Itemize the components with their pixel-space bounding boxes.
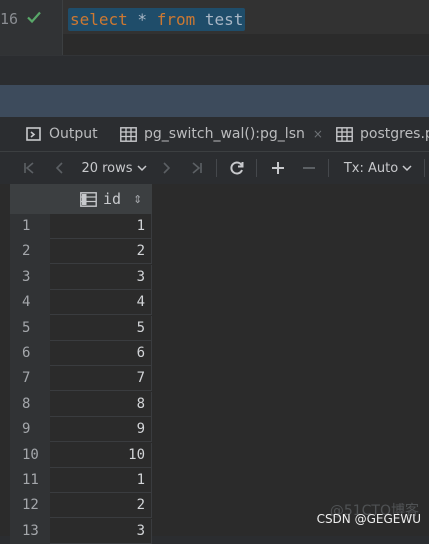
cell-id[interactable]: 7 [50,366,152,392]
cell-id[interactable]: 5 [50,315,152,341]
star-token: * [127,10,157,29]
page-size-dropdown[interactable]: 20 rows [78,152,150,184]
add-row-icon[interactable] [267,152,289,184]
line-number: 16 [0,10,19,28]
table-row[interactable]: 88 [10,391,152,417]
row-number: 10 [10,442,50,468]
tab-postgres-label: postgres.pu [360,126,429,142]
sort-icon[interactable]: ⇕ [133,193,142,206]
cell-id[interactable]: 6 [50,341,152,366]
cell-id[interactable]: 10 [50,442,152,468]
cell-id[interactable]: 3 [50,264,152,290]
cell-id[interactable]: 2 [50,239,152,265]
column-header-label: id [103,190,122,208]
table-row[interactable]: 55 [10,315,152,341]
current-code-line[interactable]: select * from test [63,0,429,34]
column-icon [80,191,97,207]
row-number: 6 [10,341,50,366]
empty-grid-area [152,184,429,536]
tx-mode-dropdown[interactable]: Tx: Auto [340,152,416,184]
row-number: 11 [10,468,50,493]
row-number: 4 [10,290,50,316]
chevron-down-icon [402,165,412,172]
next-page-icon[interactable] [156,152,176,184]
last-page-icon[interactable] [186,152,208,184]
tab-output-label: Output [49,126,98,142]
delete-row-icon[interactable] [298,152,320,184]
tab-output[interactable]: Output [26,117,98,151]
prev-page-icon[interactable] [50,152,70,184]
table-row[interactable]: 10 10 [10,442,152,468]
row-number: 2 [10,239,50,265]
sql-editor[interactable]: 16 select * from test [0,0,429,55]
row-number-header [10,184,50,215]
table-row[interactable]: 11 1 [10,468,152,493]
keyword-from: from [156,10,196,29]
table-row[interactable]: 44 [10,290,152,316]
cell-id[interactable]: 2 [50,493,152,519]
keyword-select: select [70,10,128,29]
table-row[interactable]: 13 3 [10,518,152,544]
row-number: 1 [10,214,50,239]
first-page-icon[interactable] [18,152,40,184]
toolbar-divider [216,159,217,177]
output-icon [26,127,41,141]
cell-id[interactable]: 1 [50,468,152,493]
tab-pg-switch-wal-label: pg_switch_wal():pg_lsn [144,126,305,142]
row-number: 8 [10,391,50,417]
row-number: 5 [10,315,50,341]
watermark: CSDN @GEGEWU [316,512,421,526]
toolbar-divider [424,159,425,177]
table-row[interactable]: 11 [10,214,152,239]
reload-icon[interactable] [226,152,248,184]
cell-id[interactable]: 4 [50,290,152,316]
cell-id[interactable]: 1 [50,214,152,239]
tab-postgres[interactable]: postgres.pu [336,117,429,151]
row-number: 13 [10,518,50,544]
row-number: 12 [10,493,50,519]
cell-id[interactable]: 9 [50,417,152,443]
table-row[interactable]: 66 [10,341,152,366]
table-row[interactable]: 12 2 [10,493,152,519]
editor-footer [0,55,429,86]
chevron-down-icon [137,165,147,172]
page-size-label: 20 rows [81,160,133,176]
result-grid[interactable]: id ⇕ 1 1 2 2 3 3 4 4 5 5 6 6 7 7 8 8 9 9 10 10 11 1 12 2 13 3 [0,184,429,544]
table-row[interactable]: 22 [10,239,152,265]
selected-query[interactable]: select * from test [68,8,246,31]
close-icon[interactable]: × [313,127,323,141]
toolbar-divider [328,159,329,177]
table-row[interactable]: 77 [10,366,152,392]
row-number: 3 [10,264,50,290]
cell-id[interactable]: 8 [50,391,152,417]
tx-mode-label: Tx: Auto [343,160,399,176]
row-number: 9 [10,417,50,443]
table-name-token: test [195,10,244,29]
cell-id[interactable]: 3 [50,518,152,544]
result-tabs: Output pg_switch_wal():pg_lsn × postgres… [0,117,429,152]
toolbar-divider [256,159,257,177]
checkmark-icon [27,11,41,24]
services-panel-header [0,85,429,117]
column-header-id[interactable]: id ⇕ [50,184,152,215]
table-icon [120,126,137,142]
table-row[interactable]: 99 [10,417,152,443]
row-number: 7 [10,366,50,392]
tab-pg-switch-wal[interactable]: pg_switch_wal():pg_lsn × [120,117,323,151]
table-icon [336,126,353,142]
table-row[interactable]: 33 [10,264,152,290]
result-toolbar: 20 rows Tx: Auto [0,152,429,184]
editor-gutter: 16 [0,0,63,55]
